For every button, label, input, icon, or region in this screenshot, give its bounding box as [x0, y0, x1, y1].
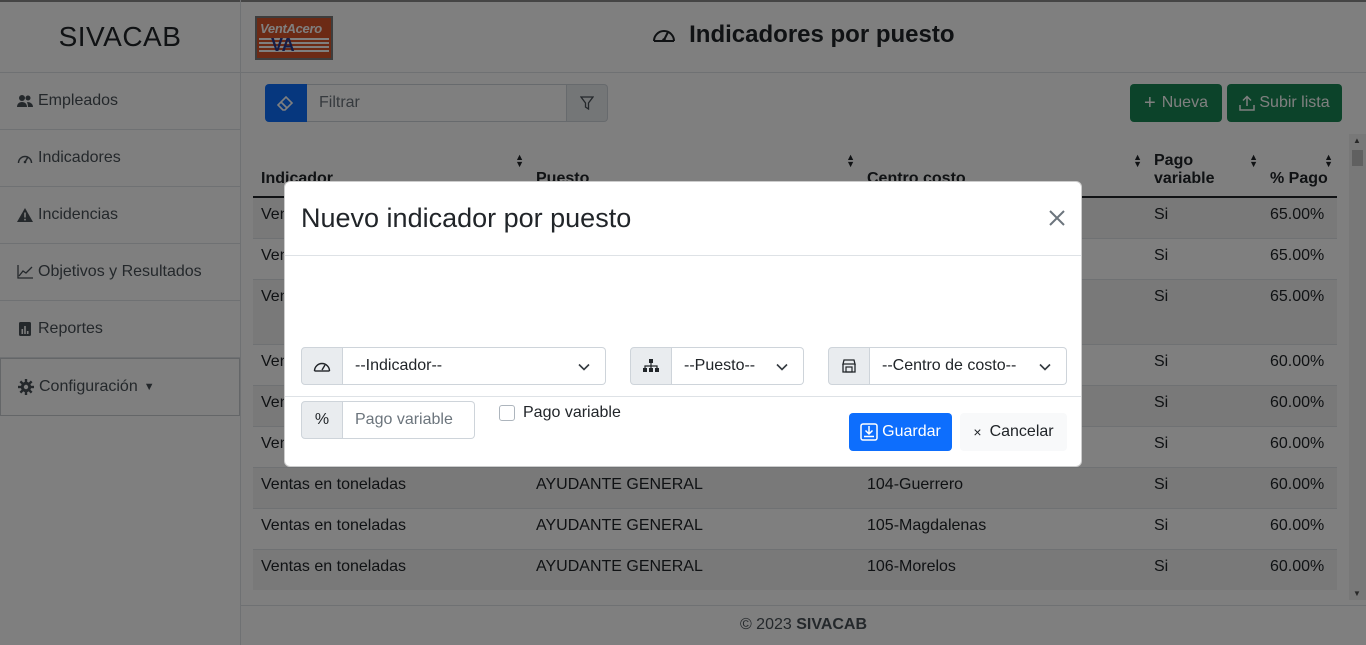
puesto-select-group: --Puesto--: [630, 347, 804, 385]
indicador-select-group: --Indicador--: [301, 347, 606, 385]
centro-costo-select[interactable]: --Centro de costo--: [870, 347, 1067, 385]
close-icon[interactable]: [1047, 208, 1067, 228]
speedometer-icon: [301, 347, 343, 385]
cancel-button[interactable]: × Cancelar: [960, 413, 1067, 451]
close-icon: ×: [973, 424, 982, 440]
chevron-down-icon: [776, 363, 788, 371]
shop-icon: [828, 347, 870, 385]
centro-select-group: --Centro de costo--: [828, 347, 1067, 385]
hierarchy-icon: [630, 347, 672, 385]
modal-title: Nuevo indicador por puesto: [301, 203, 632, 233]
modal-header: Nuevo indicador por puesto: [285, 182, 1081, 256]
cancel-button-label: Cancelar: [989, 423, 1054, 440]
save-icon: [860, 423, 878, 441]
chevron-down-icon: [578, 363, 590, 371]
modal-footer: Guardar × Cancelar: [285, 397, 1081, 466]
modal-body: --Indicador-- --Puesto-- --Centro de cos…: [285, 256, 1081, 439]
new-indicator-modal: Nuevo indicador por puesto --Indicador--…: [284, 181, 1082, 467]
puesto-select[interactable]: --Puesto--: [672, 347, 804, 385]
save-button-label: Guardar: [882, 423, 941, 440]
chevron-down-icon: [1039, 363, 1051, 371]
save-button[interactable]: Guardar: [849, 413, 952, 451]
indicador-select[interactable]: --Indicador--: [343, 347, 606, 385]
